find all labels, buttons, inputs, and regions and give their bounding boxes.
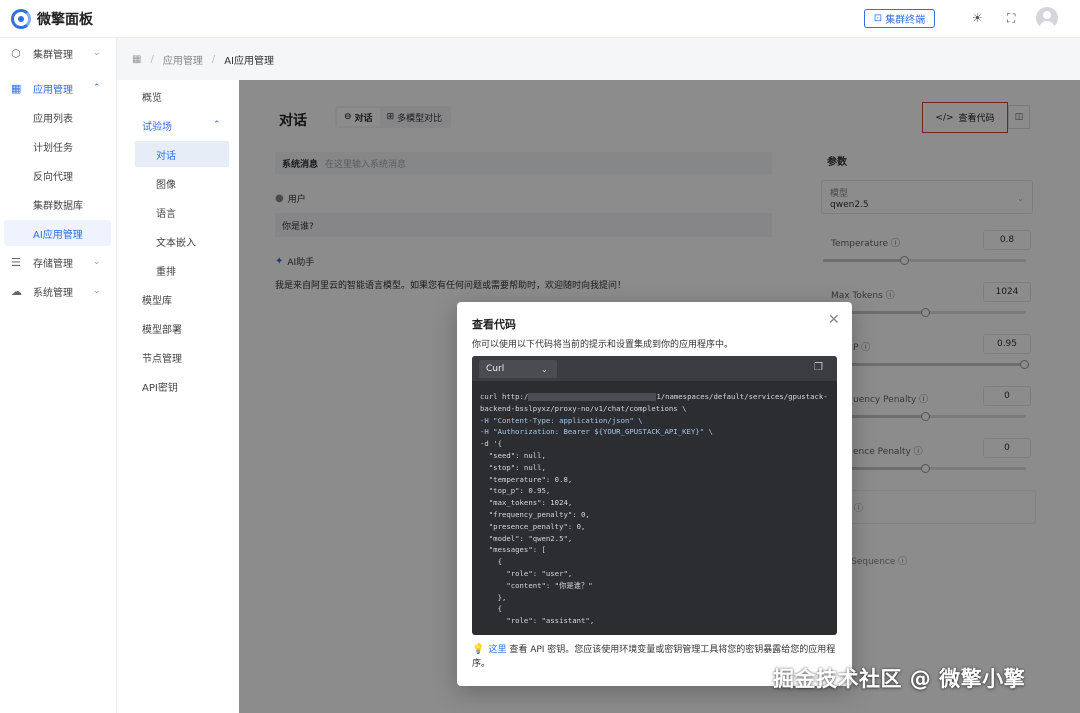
cube-icon: ⬡: [11, 46, 21, 60]
watermark: 掘金技术社区 @ 微擎小擎: [773, 667, 1026, 691]
left-nav: ⬡ 集群管理 ⌄ ▦ 应用管理 ⌃ 应用列表 计划任务 反向代理 集群数据库 A…: [0, 38, 117, 713]
nav-item-system[interactable]: ☁ 系统管理 ⌄: [0, 278, 117, 304]
home-grid-icon[interactable]: ▦: [132, 54, 141, 65]
menu-label: 语言: [156, 208, 176, 220]
nav-label: 存储管理: [33, 258, 73, 270]
menu-api-keys[interactable]: API密钥: [127, 373, 238, 399]
chevron-down-icon: ⌄: [93, 257, 101, 267]
copy-icon[interactable]: ❐: [814, 362, 823, 373]
menu-label: 重排: [156, 266, 176, 278]
avatar[interactable]: [1036, 7, 1058, 29]
secondary-menu: 概览 试验场 ⌃ 对话 图像 语言 文本嵌入 重排 模型库 模型部署 节点管理 …: [127, 80, 238, 713]
code-header: Curl ⌄ ❐: [472, 356, 837, 381]
nav-label: 集群数据库: [33, 200, 83, 212]
logo-icon: [11, 8, 31, 29]
menu-overview[interactable]: 概览: [127, 83, 238, 109]
nav-sub-ai[interactable]: AI应用管理: [4, 220, 111, 246]
menu-audio[interactable]: 语言: [135, 199, 229, 225]
nav-label: 反向代理: [33, 171, 73, 183]
nav-label: 系统管理: [33, 287, 73, 299]
redacted-host: [528, 393, 657, 401]
menu-rerank[interactable]: 重排: [135, 257, 229, 283]
menu-model-library[interactable]: 模型库: [127, 286, 238, 312]
chevron-down-icon: ⌄: [93, 48, 101, 58]
nav-label: 计划任务: [33, 142, 73, 154]
cluster-terminal-button[interactable]: ⊡ 集群终端: [864, 9, 935, 28]
app-logo[interactable]: 微擎面板: [11, 8, 93, 29]
menu-label: 概览: [142, 92, 162, 104]
menu-label: API密钥: [142, 382, 178, 394]
nav-label: AI应用管理: [33, 229, 83, 241]
menu-playground[interactable]: 试验场 ⌃: [127, 112, 238, 138]
modal-title: 查看代码: [472, 318, 516, 331]
close-icon[interactable]: ✕: [828, 312, 840, 328]
chevron-down-icon: ⌄: [93, 286, 101, 296]
nav-sub-cron[interactable]: 计划任务: [4, 133, 111, 159]
menu-nodes[interactable]: 节点管理: [127, 344, 238, 370]
nav-label: 集群管理: [33, 49, 73, 61]
grid-icon: ▦: [11, 81, 22, 95]
lightbulb-icon: 💡: [472, 644, 485, 655]
language-select[interactable]: Curl ⌄: [479, 360, 557, 378]
nav-item-cluster[interactable]: ⬡ 集群管理 ⌄: [0, 40, 117, 66]
terminal-icon: ⊡: [873, 13, 883, 24]
menu-label: 节点管理: [142, 353, 182, 365]
chevron-up-icon: ⌃: [213, 120, 221, 130]
menu-label: 文本嵌入: [156, 237, 196, 249]
menu-label: 对话: [156, 150, 176, 162]
fullscreen-icon[interactable]: ⛶: [1007, 11, 1015, 26]
app-title: 微擎面板: [37, 11, 93, 28]
nav-item-app[interactable]: ▦ 应用管理 ⌃: [0, 75, 117, 101]
api-key-link[interactable]: 这里: [488, 645, 506, 655]
nav-item-storage[interactable]: ☰ 存储管理 ⌄: [0, 249, 117, 275]
menu-label: 模型部署: [142, 324, 182, 336]
nav-label: 应用列表: [33, 113, 73, 125]
chevron-up-icon: ⌃: [93, 83, 101, 93]
storage-icon: ☰: [11, 255, 21, 269]
top-bar: 微擎面板 ⊡ 集群终端 ☀ ⛶: [0, 0, 1080, 38]
breadcrumb-current: AI应用管理: [224, 55, 274, 67]
menu-image[interactable]: 图像: [135, 170, 229, 196]
nav-sub-app-list[interactable]: 应用列表: [4, 104, 111, 130]
nav-sub-db[interactable]: 集群数据库: [4, 191, 111, 217]
sun-icon[interactable]: ☀: [972, 11, 983, 25]
breadcrumb: ▦ / 应用管理 / AI应用管理: [117, 38, 1080, 80]
view-code-modal: 查看代码 ✕ 你可以使用以下代码将当前的提示和设置集成到你的应用程序中。 Cur…: [457, 302, 852, 686]
code-text[interactable]: curl http:/1/namespaces/default/services…: [480, 391, 832, 627]
menu-chat[interactable]: 对话: [135, 141, 229, 167]
cloud-icon: ☁: [11, 284, 22, 298]
nav-label: 应用管理: [33, 84, 73, 96]
modal-description: 你可以使用以下代码将当前的提示和设置集成到你的应用程序中。: [472, 340, 734, 350]
breadcrumb-item[interactable]: 应用管理: [163, 52, 203, 67]
cluster-terminal-label: 集群终端: [885, 15, 926, 26]
language-value: Curl: [486, 364, 505, 374]
chevron-down-icon: ⌄: [541, 364, 548, 374]
breadcrumb-separator: /: [150, 53, 154, 65]
code-block: Curl ⌄ ❐ curl http:/1/namespaces/default…: [472, 356, 837, 635]
nav-sub-proxy[interactable]: 反向代理: [4, 162, 111, 188]
menu-label: 图像: [156, 179, 176, 191]
menu-embedding[interactable]: 文本嵌入: [135, 228, 229, 254]
menu-label: 模型库: [142, 295, 172, 307]
breadcrumb-separator: /: [211, 53, 216, 65]
menu-model-deploy[interactable]: 模型部署: [127, 315, 238, 341]
menu-label: 试验场: [142, 121, 172, 133]
